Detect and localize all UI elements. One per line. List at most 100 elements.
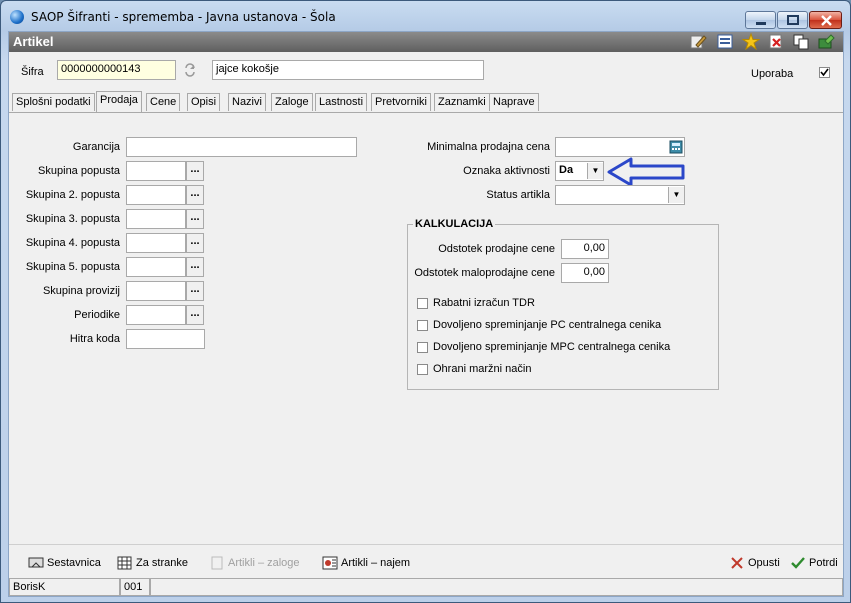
skupina-5-popusta-label: Skupina 5. popusta [25, 261, 120, 273]
sifra-field[interactable]: 0000000000143 [57, 60, 176, 80]
sifra-label: Šifra [21, 66, 44, 78]
copy-icon[interactable] [792, 33, 810, 50]
cancel-icon [729, 556, 745, 570]
tab-cene[interactable]: Cene [146, 93, 181, 111]
dovoljeno-pc-checkbox[interactable] [417, 320, 428, 331]
tab-lastnosti[interactable]: Lastnosti [315, 93, 368, 111]
sestavnica-label: Sestavnica [47, 557, 101, 569]
status-artikla-label: Status artikla [486, 189, 550, 201]
title-bar[interactable]: SAOP Šifranti - sprememba - Javna ustano… [1, 1, 850, 31]
tab-label: Zaznamki [438, 96, 486, 108]
chevron-down-icon[interactable]: ▼ [587, 163, 603, 179]
status-message [150, 578, 843, 596]
status-code: 001 [120, 578, 150, 596]
star-icon[interactable] [741, 32, 761, 51]
tab-prodaja[interactable]: Prodaja [96, 91, 142, 112]
opusti-label: Opusti [748, 557, 780, 569]
tab-opisi[interactable]: Opisi [187, 93, 221, 111]
odstotek-prodajne-cene-label: Odstotek prodajne cene [438, 243, 555, 255]
status-artikla-select[interactable]: ▼ [555, 185, 685, 205]
skupina-provizij-lookup-button[interactable]: ... [186, 281, 204, 301]
window-title: SAOP Šifranti - sprememba - Javna ustano… [31, 10, 336, 24]
minimalna-prodajna-cena-label: Minimalna prodajna cena [427, 141, 550, 153]
skupina-4-lookup-button[interactable]: ... [186, 233, 204, 253]
ohrani-marzni-label: Ohrani maržni način [433, 363, 532, 375]
status-bar: BorisK 001 [9, 578, 843, 596]
maximize-button[interactable] [777, 11, 808, 29]
garancija-input[interactable] [126, 137, 357, 157]
skupina-2-lookup-button[interactable]: ... [186, 185, 204, 205]
minimize-button[interactable] [745, 11, 776, 29]
edit-icon[interactable] [689, 33, 707, 50]
artikli-zaloge-label: Artikli – zaloge [228, 557, 300, 569]
skupina-4-popusta-label: Skupina 4. popusta [25, 237, 120, 249]
ohrani-marzni-checkbox[interactable] [417, 364, 428, 375]
tab-strip: Splošni podatki Prodaja Cene Opisi Naziv… [9, 91, 843, 112]
hitra-koda-input[interactable] [126, 329, 205, 349]
tab-zaloge[interactable]: Zaloge [271, 93, 313, 111]
tab-label: Cene [150, 96, 177, 108]
odstotek-maloprodajne-cene-input[interactable]: 0,00 [561, 263, 609, 283]
skupina-4-popusta-input[interactable] [126, 233, 186, 253]
oznaka-aktivnosti-value: Da [559, 164, 574, 176]
tab-zaznamki[interactable]: Zaznamki [434, 93, 490, 111]
tab-pretvorniki[interactable]: Pretvorniki [371, 93, 431, 111]
skupina-popusta-label: Skupina popusta [38, 165, 120, 177]
tab-label: Prodaja [100, 94, 138, 106]
skupina-popusta-input[interactable] [126, 161, 186, 181]
module-header: Artikel [9, 32, 843, 52]
tab-label: Nazivi [232, 96, 262, 108]
skupina-3-popusta-input[interactable] [126, 209, 186, 229]
grid-icon [117, 556, 133, 570]
tab-nazivi[interactable]: Nazivi [228, 93, 266, 111]
settings-icon[interactable] [716, 33, 734, 50]
module-title: Artikel [13, 34, 54, 49]
check-icon [790, 556, 806, 570]
tab-naprave[interactable]: Naprave [489, 93, 539, 111]
application-window: SAOP Šifranti - sprememba - Javna ustano… [0, 0, 851, 603]
skupina-2-popusta-input[interactable] [126, 185, 186, 205]
article-name-field[interactable]: jajce kokošje [212, 60, 484, 80]
rabatni-izracun-checkbox[interactable] [417, 298, 428, 309]
za-stranke-label: Za stranke [136, 557, 188, 569]
skupina-popusta-lookup-button[interactable]: ... [186, 161, 204, 181]
minimalna-prodajna-cena-input[interactable] [555, 137, 685, 157]
odstotek-maloprodajne-cene-label: Odstotek maloprodajne cene [414, 267, 555, 279]
chevron-down-icon[interactable]: ▼ [668, 187, 684, 203]
dovoljeno-mpc-checkbox[interactable] [417, 342, 428, 353]
app-logo-icon [10, 10, 24, 24]
export-icon[interactable] [817, 33, 835, 50]
close-button[interactable] [809, 11, 842, 29]
tab-label: Naprave [493, 96, 535, 108]
tab-label: Splošni podatki [16, 96, 91, 108]
skupina-provizij-input[interactable] [126, 281, 186, 301]
uporaba-checkbox[interactable] [819, 67, 830, 78]
skupina-2-popusta-label: Skupina 2. popusta [25, 189, 120, 201]
periodike-lookup-button[interactable]: ... [186, 305, 204, 325]
form-frame: Artikel Šifra 0000000000143 jajce kokošj… [8, 31, 844, 597]
oznaka-aktivnosti-label: Oznaka aktivnosti [463, 165, 550, 177]
artikli-najem-label: Artikli – najem [341, 557, 411, 569]
zaloge-icon [209, 556, 225, 570]
potrdi-label: Potrdi [809, 557, 838, 569]
garancija-label: Garancija [72, 141, 120, 153]
skupina-5-lookup-button[interactable]: ... [186, 257, 204, 277]
hitra-koda-label: Hitra koda [69, 333, 120, 345]
close-icon [810, 12, 841, 28]
skupina-3-popusta-label: Skupina 3. popusta [25, 213, 120, 225]
refresh-icon[interactable] [183, 63, 197, 77]
periodike-input[interactable] [126, 305, 186, 325]
oznaka-aktivnosti-select[interactable]: Da ▼ [555, 161, 604, 181]
skupina-3-lookup-button[interactable]: ... [186, 209, 204, 229]
tab-label: Zaloge [275, 96, 309, 108]
odstotek-prodajne-cene-input[interactable]: 0,00 [561, 239, 609, 259]
calculator-icon[interactable] [669, 140, 683, 154]
skupina-5-popusta-input[interactable] [126, 257, 186, 277]
rabatni-izracun-label: Rabatni izračun TDR [433, 297, 535, 309]
tab-label: Pretvorniki [375, 96, 427, 108]
minimize-icon [746, 12, 775, 28]
footer-divider [9, 544, 843, 545]
maximize-icon [778, 12, 807, 28]
tab-splosni-podatki[interactable]: Splošni podatki [12, 93, 95, 111]
delete-icon[interactable] [767, 33, 785, 50]
